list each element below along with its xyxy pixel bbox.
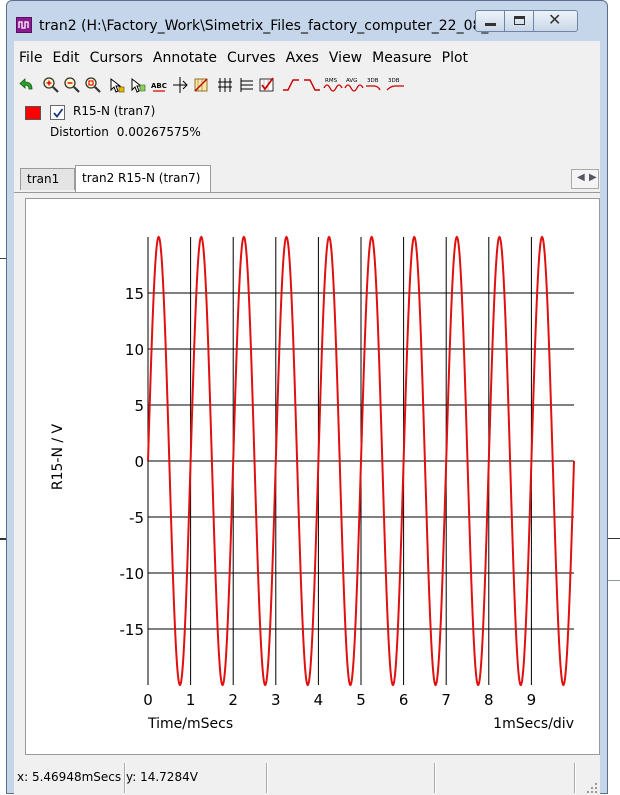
plot-window: tran2 (H:\Factory_Work\Simetrix_Files_fa… bbox=[6, 0, 608, 795]
3db-icon[interactable]: 3DB bbox=[364, 74, 385, 96]
zoom-full-icon[interactable] bbox=[82, 74, 103, 96]
y-tick-label: -10 bbox=[120, 565, 145, 583]
curve-visible-checkbox[interactable] bbox=[50, 105, 65, 120]
title-bar[interactable]: tran2 (H:\Factory_Work\Simetrix_Files_fa… bbox=[7, 1, 607, 41]
menu-curves[interactable]: Curves bbox=[222, 47, 281, 69]
crosshair-icon[interactable] bbox=[169, 74, 190, 96]
x-tick-label: 1 bbox=[186, 691, 196, 709]
cursor-icon[interactable] bbox=[106, 74, 127, 96]
window-client: File Edit Cursors Annotate Curves Axes V… bbox=[14, 41, 600, 795]
x-tick-label: 9 bbox=[527, 691, 537, 709]
x-tick-label: 8 bbox=[484, 691, 494, 709]
tab-scroll-control[interactable]: ◀ ▶ bbox=[571, 169, 599, 189]
y-tick-label: 15 bbox=[125, 285, 144, 303]
measure-label: Distortion bbox=[50, 125, 109, 139]
y-tick-label: -5 bbox=[129, 509, 144, 527]
tab-tran1[interactable]: tran1 bbox=[20, 168, 75, 190]
3db-low-label: 3DB bbox=[388, 78, 400, 84]
y-tick-label: -15 bbox=[120, 621, 145, 639]
x-axis-label: Time/mSecs bbox=[147, 716, 233, 732]
maximize-button[interactable] bbox=[504, 10, 534, 32]
tab-tran2[interactable]: tran2 R15-N (tran7) bbox=[75, 165, 211, 192]
3db-label: 3DB bbox=[367, 78, 379, 84]
scroll-right-icon[interactable]: ▶ bbox=[589, 172, 597, 183]
svg-text:ABC: ABC bbox=[151, 82, 167, 90]
menu-bar: File Edit Cursors Annotate Curves Axes V… bbox=[14, 47, 473, 69]
curve-color-swatch[interactable] bbox=[25, 106, 41, 120]
zoom-in-icon[interactable] bbox=[40, 74, 61, 96]
menu-file[interactable]: File bbox=[14, 47, 47, 69]
graph-tabs: tran1 tran2 R15-N (tran7) ◀ ▶ bbox=[14, 164, 600, 193]
menu-view[interactable]: View bbox=[324, 47, 367, 69]
cursor-x-readout: x: 5.46948mSecs bbox=[17, 770, 122, 784]
rms-label: RMS bbox=[325, 78, 338, 84]
cross-icon[interactable] bbox=[190, 74, 211, 96]
curve-measurement: Distortion 0.00267575% bbox=[50, 125, 201, 139]
fall-icon[interactable] bbox=[301, 74, 322, 96]
menu-edit[interactable]: Edit bbox=[47, 47, 84, 69]
status-divider bbox=[434, 763, 436, 793]
checkmark-icon bbox=[53, 108, 64, 118]
status-divider bbox=[574, 763, 576, 793]
avg-label: AVG bbox=[346, 78, 357, 84]
measure-value: 0.00267575% bbox=[116, 125, 201, 139]
x-tick-label: 4 bbox=[314, 691, 324, 709]
curve-legend: R15-N (tran7) Distortion 0.00267575% bbox=[14, 99, 600, 145]
zoom-out-icon[interactable] bbox=[61, 74, 82, 96]
rise-icon[interactable] bbox=[280, 74, 301, 96]
x-tick-label: 5 bbox=[356, 691, 366, 709]
close-icon: ✕ bbox=[548, 10, 562, 29]
y-tick-label: 10 bbox=[125, 341, 144, 359]
cursor-y-readout: y: 14.7284V bbox=[126, 770, 198, 784]
y-axis-label: R15-N / V bbox=[50, 423, 66, 490]
close-button[interactable]: ✕ bbox=[533, 10, 578, 32]
x-tick-label: 3 bbox=[271, 691, 281, 709]
rms-icon[interactable]: RMS bbox=[322, 74, 343, 96]
menu-axes[interactable]: Axes bbox=[281, 47, 324, 69]
status-divider bbox=[266, 763, 268, 793]
abc-label-icon[interactable]: ABC bbox=[148, 74, 169, 96]
x-scale-label: 1mSecs/div bbox=[493, 716, 574, 732]
cursor2-icon[interactable] bbox=[127, 74, 148, 96]
3db-low-icon[interactable]: 3DB bbox=[385, 74, 406, 96]
toolbar: ABC RMS AVG 3DB 3DB bbox=[16, 73, 406, 97]
x-tick-label: 6 bbox=[399, 691, 409, 709]
resize-grip-icon[interactable] bbox=[585, 781, 599, 795]
waveform-chart[interactable]: 15 10 5 0 -5 -10 -15 0 1 2 3 4 5 6 7 8 9 Time/mSecs 1mSecs… bbox=[26, 199, 599, 754]
plot-area[interactable]: 15 10 5 0 -5 -10 -15 0 1 2 3 4 5 6 7 8 9 Time/mSecs 1mSecs… bbox=[25, 198, 600, 755]
grid-icon[interactable] bbox=[214, 74, 235, 96]
menu-cursors[interactable]: Cursors bbox=[85, 47, 148, 69]
y-tick-label: 5 bbox=[134, 397, 144, 415]
status-bar: x: 5.46948mSecs y: 14.7284V bbox=[14, 759, 600, 795]
x-tick-label: 2 bbox=[228, 691, 238, 709]
curve-name: R15-N (tran7) bbox=[73, 104, 156, 118]
menu-measure[interactable]: Measure bbox=[367, 47, 437, 69]
undo-icon[interactable] bbox=[16, 74, 37, 96]
x-tick-label: 0 bbox=[143, 691, 153, 709]
horizontal-lines-icon[interactable] bbox=[235, 74, 256, 96]
minimize-button[interactable] bbox=[475, 10, 505, 32]
scroll-left-icon[interactable]: ◀ bbox=[577, 172, 585, 183]
simetrix-app-icon bbox=[16, 17, 32, 33]
grid-check-icon[interactable] bbox=[256, 74, 277, 96]
maximize-icon bbox=[514, 16, 525, 25]
y-tick-label: 0 bbox=[134, 453, 144, 471]
x-tick-label: 7 bbox=[441, 691, 451, 709]
menu-plot[interactable]: Plot bbox=[437, 47, 473, 69]
avg-icon[interactable]: AVG bbox=[343, 74, 364, 96]
minimize-icon bbox=[485, 23, 496, 26]
menu-annotate[interactable]: Annotate bbox=[148, 47, 222, 69]
window-title: tran2 (H:\Factory_Work\Simetrix_Files_fa… bbox=[39, 18, 511, 34]
